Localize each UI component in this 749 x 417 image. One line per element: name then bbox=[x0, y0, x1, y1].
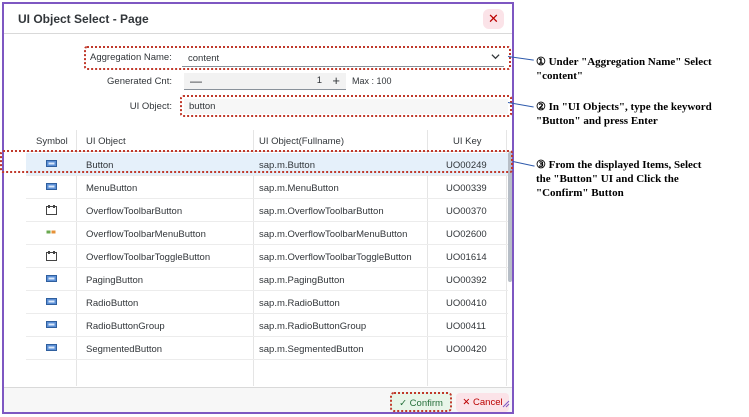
annotation-step-1-line-2: "content" bbox=[536, 70, 584, 82]
cell-ui-object: RadioButton bbox=[86, 298, 139, 309]
paging-button-icon bbox=[46, 274, 57, 283]
cell-fullname: sap.m.OverflowToolbarMenuButton bbox=[259, 229, 408, 240]
cell-fullname: sap.m.OverflowToolbarToggleButton bbox=[259, 252, 412, 263]
dialog-title: UI Object Select - Page bbox=[18, 12, 149, 26]
cell-fullname: sap.m.PagingButton bbox=[259, 275, 345, 286]
cell-fullname: sap.m.RadioButton bbox=[259, 298, 340, 309]
aggregation-select[interactable]: content bbox=[182, 51, 504, 67]
confirm-button[interactable]: ✓ Confirm bbox=[390, 392, 452, 412]
overflow-toolbar-menu-button-icon bbox=[46, 228, 57, 237]
generated-count-stepper[interactable]: — 1 + bbox=[184, 73, 346, 90]
annotation-step-1: ① Under "Aggregation Name" Select "conte… bbox=[536, 55, 712, 83]
annotation-arrow-3 bbox=[512, 161, 535, 167]
annotation-step-1-line-1: ① Under "Aggregation Name" Select bbox=[536, 56, 712, 68]
table-row[interactable]: PagingButton sap.m.PagingButton UO00392 bbox=[26, 268, 508, 291]
ui-object-field-highlight bbox=[180, 95, 512, 117]
aggregation-value: content bbox=[188, 53, 220, 64]
cell-ui-object: OverflowToolbarButton bbox=[86, 206, 183, 217]
annotation-step-3-line-2: the "Button" UI and Click the bbox=[536, 173, 679, 185]
header-symbol[interactable]: Symbol bbox=[36, 136, 68, 147]
cell-ui-key: UO00411 bbox=[446, 321, 486, 332]
resize-handle-icon[interactable] bbox=[502, 400, 510, 410]
cell-fullname: sap.m.RadioButtonGroup bbox=[259, 321, 367, 332]
selected-row-highlight bbox=[0, 150, 513, 173]
annotation-step-3-line-3: "Confirm" Button bbox=[536, 187, 624, 199]
dialog-titlebar: UI Object Select - Page ✕ bbox=[4, 4, 512, 34]
annotation-step-3: ③ From the displayed Items, Select the "… bbox=[536, 158, 701, 200]
cell-fullname: sap.m.MenuButton bbox=[259, 183, 339, 194]
radio-button-icon bbox=[46, 297, 57, 306]
cell-ui-key: UO01614 bbox=[446, 252, 487, 263]
cell-ui-object: SegmentedButton bbox=[86, 344, 163, 355]
table-row[interactable]: RadioButtonGroup sap.m.RadioButtonGroup UO… bbox=[26, 314, 508, 337]
confirm-label: Confirm bbox=[409, 398, 443, 409]
table-header: Symbol UI Object UI Object(Fullname) UI … bbox=[26, 130, 512, 152]
ui-object-select-dialog: UI Object Select - Page ✕ Aggregation Na… bbox=[2, 2, 514, 414]
cell-fullname: sap.m.OverflowToolbarButton bbox=[259, 206, 384, 217]
table-row[interactable]: RadioButton sap.m.RadioButton UO00410 bbox=[26, 291, 508, 314]
annotation-step-2: ② In "UI Objects", type the keyword "But… bbox=[536, 100, 712, 128]
close-button[interactable]: ✕ bbox=[483, 9, 504, 29]
annotation-step-2-line-2: "Button" and press Enter bbox=[536, 115, 658, 127]
cell-ui-key: UO00370 bbox=[446, 206, 487, 217]
plus-icon[interactable]: + bbox=[332, 73, 340, 89]
cell-fullname: sap.m.SegmentedButton bbox=[259, 344, 364, 355]
generated-count-label: Generated Cnt: bbox=[107, 76, 172, 87]
table-row[interactable]: MenuButton sap.m.MenuButton UO00339 bbox=[26, 176, 508, 199]
table-row[interactable]: OverflowToolbarMenuButton sap.m.OverflowT… bbox=[26, 222, 508, 245]
table-row[interactable]: SegmentedButton sap.m.SegmentedButton UO00… bbox=[26, 337, 508, 360]
aggregation-label: Aggregation Name: bbox=[90, 52, 172, 63]
cell-ui-object: RadioButtonGroup bbox=[86, 321, 165, 332]
cell-ui-key: UO00392 bbox=[446, 275, 487, 286]
header-ui-key[interactable]: UI Key bbox=[453, 136, 482, 147]
ui-object-label: UI Object: bbox=[129, 101, 172, 112]
cell-ui-key: UO00420 bbox=[446, 344, 487, 355]
cell-ui-key: UO02600 bbox=[446, 229, 487, 240]
cell-ui-key: UO00410 bbox=[446, 298, 487, 309]
radio-button-group-icon bbox=[46, 320, 57, 329]
cell-ui-object: PagingButton bbox=[86, 275, 144, 286]
segmented-button-icon bbox=[46, 343, 57, 352]
close-icon: ✕ bbox=[462, 397, 471, 408]
overflow-toolbar-toggle-button-icon bbox=[46, 251, 57, 261]
annotation-step-2-line-1: ② In "UI Objects", type the keyword bbox=[536, 101, 712, 113]
annotation-step-3-line-1: ③ From the displayed Items, Select bbox=[536, 159, 702, 171]
table-row[interactable]: OverflowToolbarToggleButton sap.m.Overflo… bbox=[26, 245, 508, 268]
aggregation-field-highlight: Aggregation Name: content bbox=[84, 46, 511, 70]
generated-count-value: 1 bbox=[316, 75, 322, 86]
header-fullname[interactable]: UI Object(Fullname) bbox=[259, 136, 344, 147]
minus-icon[interactable]: — bbox=[190, 73, 202, 89]
cell-ui-object: OverflowToolbarToggleButton bbox=[86, 252, 211, 263]
cell-ui-key: UO00339 bbox=[446, 183, 487, 194]
cell-ui-object: OverflowToolbarMenuButton bbox=[86, 229, 206, 240]
cancel-label: Cancel bbox=[473, 397, 503, 408]
close-icon: ✕ bbox=[488, 11, 499, 26]
ui-object-input[interactable] bbox=[184, 99, 508, 114]
chevron-down-icon bbox=[491, 51, 500, 66]
overflow-toolbar-button-icon bbox=[46, 205, 57, 215]
table-row[interactable]: OverflowToolbarButton sap.m.OverflowToolb… bbox=[26, 199, 508, 222]
max-count-label: Max : 100 bbox=[352, 76, 392, 86]
header-ui-object[interactable]: UI Object bbox=[86, 136, 126, 147]
menu-button-icon bbox=[46, 182, 57, 191]
cell-ui-object: MenuButton bbox=[86, 183, 138, 194]
check-icon: ✓ bbox=[399, 398, 408, 409]
